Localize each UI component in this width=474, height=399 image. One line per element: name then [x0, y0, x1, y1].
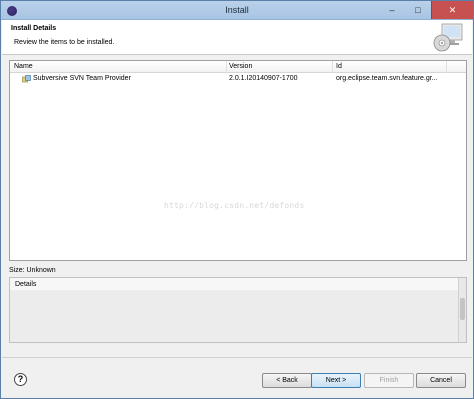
row-name: Subversive SVN Team Provider — [33, 75, 131, 82]
details-scrollbar[interactable] — [458, 278, 466, 342]
column-divider[interactable] — [446, 61, 447, 73]
finish-button[interactable]: Finish — [364, 373, 414, 388]
watermark-text: http://blog.csdn.net/defonds — [164, 201, 305, 210]
minimize-button[interactable]: – — [379, 1, 405, 19]
install-dialog: Install – □ ✕ Install Details Review the… — [0, 0, 474, 399]
details-label: Details — [15, 281, 37, 288]
title-bar[interactable]: Install – □ ✕ — [1, 1, 473, 20]
install-cd-icon — [433, 23, 463, 52]
back-button[interactable]: < Back — [262, 373, 312, 388]
help-icon[interactable]: ? — [14, 373, 27, 386]
page-title: Install Details — [11, 25, 57, 32]
footer-separator — [2, 357, 472, 358]
column-divider[interactable] — [226, 61, 227, 73]
wizard-header: Install Details Review the items to be i… — [2, 20, 472, 55]
column-header-id[interactable]: Id — [336, 63, 342, 70]
maximize-button[interactable]: □ — [405, 1, 431, 19]
details-text-area[interactable] — [10, 290, 458, 342]
feature-plugin-icon — [22, 75, 31, 83]
install-items-table[interactable]: Name Version Id Subversive SVN Team Prov… — [9, 60, 467, 261]
page-description: Review the items to be installed. — [14, 39, 115, 46]
details-panel: Details — [9, 277, 467, 343]
details-header: Details — [10, 278, 466, 290]
next-button[interactable]: Next > — [311, 373, 361, 388]
size-label: Size: Unknown — [9, 267, 56, 274]
row-id: org.eclipse.team.svn.feature.gr... — [336, 75, 438, 82]
close-button[interactable]: ✕ — [431, 1, 473, 19]
table-header: Name Version Id — [10, 61, 466, 73]
column-header-version[interactable]: Version — [229, 63, 252, 70]
cancel-button[interactable]: Cancel — [416, 373, 466, 388]
table-row[interactable]: Subversive SVN Team Provider 2.0.1.I2014… — [10, 74, 466, 85]
column-divider[interactable] — [332, 61, 333, 73]
row-version: 2.0.1.I20140907-1700 — [229, 75, 298, 82]
scrollbar-thumb[interactable] — [460, 298, 465, 320]
column-header-name[interactable]: Name — [14, 63, 33, 70]
